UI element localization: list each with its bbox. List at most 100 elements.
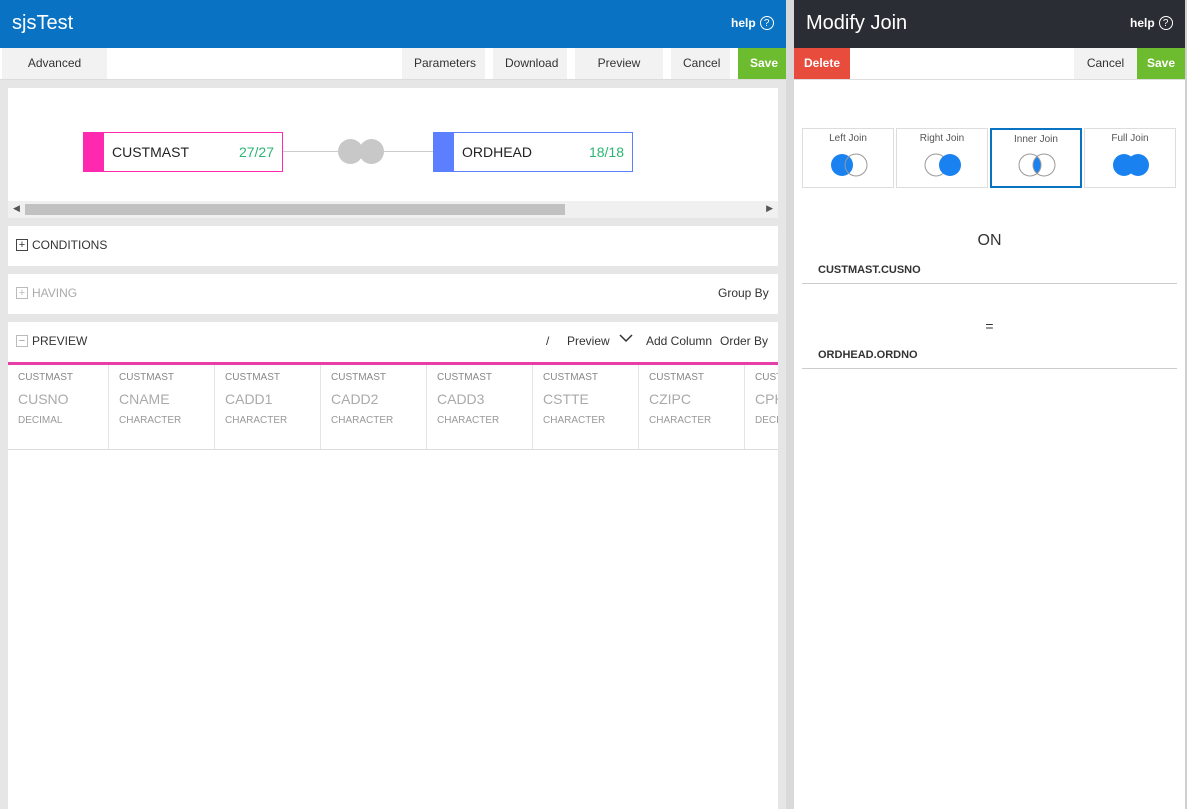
save-button[interactable]: Save: [738, 48, 786, 79]
inner-join-venn-icon: [1018, 153, 1056, 177]
preview-column-header[interactable]: CUSTMAST CADD1 CHARACTER: [215, 365, 321, 449]
right-join-venn-icon: [924, 153, 961, 177]
table-color-bar: [434, 133, 454, 171]
column-name: CADD3: [437, 391, 485, 407]
modify-join-toolbar: Delete Cancel Save: [794, 48, 1185, 80]
group-by-button[interactable]: Group By: [718, 286, 769, 300]
join-line-right: [384, 151, 433, 152]
inner-join-option[interactable]: Inner Join: [990, 128, 1082, 188]
right-join-option[interactable]: Right Join: [896, 128, 988, 188]
join-operator[interactable]: =: [794, 318, 1185, 334]
table-name: ORDHEAD: [462, 144, 533, 160]
join-type-label: Inner Join: [1014, 134, 1058, 145]
download-button[interactable]: Download: [493, 48, 567, 79]
column-name: CADD1: [225, 391, 273, 407]
left-join-field[interactable]: CUSTMAST.CUSNO: [802, 264, 1177, 284]
cancel-button[interactable]: Cancel: [671, 48, 730, 79]
help-label: help: [1130, 16, 1155, 30]
help-icon: ?: [759, 16, 774, 30]
column-table-name: CUSTMAST: [331, 372, 386, 383]
query-builder: sjsTest help ? Advanced Mode Parameters …: [0, 0, 786, 809]
column-name: CPH: [755, 391, 778, 407]
right-join-field[interactable]: ORDHEAD.ORDNO: [802, 349, 1177, 369]
panel-title: Modify Join: [806, 12, 908, 34]
column-table-name: CUSTMAST: [225, 372, 280, 383]
expand-plus-icon[interactable]: +: [16, 239, 28, 251]
conditions-label: CONDITIONS: [32, 238, 108, 252]
full-join-venn-icon: [1113, 154, 1149, 176]
main-toolbar: Advanced Mode Parameters Download Previe…: [0, 48, 786, 101]
preview-column-header[interactable]: CUSTMAST CADD2 CHARACTER: [321, 365, 427, 449]
order-by-button[interactable]: Order By: [720, 334, 768, 348]
preview-column-header[interactable]: CUSTMAST CZIPC CHARACTER: [639, 365, 745, 449]
column-table-name: CUSTMAST: [649, 372, 704, 383]
preview-section: − PREVIEW / Preview Add Column Order By …: [8, 322, 778, 809]
column-name: CADD2: [331, 391, 379, 407]
column-table-name: CUSTMAST: [18, 372, 73, 383]
chevron-down-icon[interactable]: [619, 332, 633, 346]
horizontal-scrollbar[interactable]: ◀ ▶: [8, 201, 778, 218]
full-join-option[interactable]: Full Join: [1084, 128, 1176, 188]
preview-column-header[interactable]: CUSTMAST CUSNO DECIMAL: [8, 365, 109, 449]
slash-separator: /: [546, 334, 550, 348]
column-type: DECIMAL: [18, 415, 63, 426]
scroll-left-icon[interactable]: ◀: [13, 203, 20, 214]
join-type-selector: Left Join Right Join Inner Join Full Joi…: [802, 128, 1176, 188]
preview-label: PREVIEW: [32, 334, 88, 348]
table-node-ordhead[interactable]: ORDHEAD 18/18: [433, 132, 633, 172]
column-type: CHARACTER: [331, 415, 394, 426]
column-name: CSTTE: [543, 391, 589, 407]
delete-button[interactable]: Delete: [794, 48, 850, 79]
advanced-mode-button[interactable]: Advanced Mode: [2, 48, 107, 101]
table-column-count: 18/18: [588, 144, 624, 160]
having-section[interactable]: + HAVING Group By: [8, 274, 778, 314]
add-column-button[interactable]: Add Column: [646, 334, 712, 348]
help-label: help: [731, 16, 756, 30]
preview-sql-button[interactable]: Preview SQL: [575, 48, 663, 101]
parameters-button[interactable]: Parameters: [402, 48, 485, 79]
preview-column-header[interactable]: CUSTMAST CNAME CHARACTER: [109, 365, 215, 449]
scroll-right-icon[interactable]: ▶: [766, 203, 773, 214]
column-type: CHARACTER: [225, 415, 288, 426]
preview-column-header[interactable]: CUST CPH DECI: [745, 365, 778, 449]
column-type: CHARACTER: [119, 415, 182, 426]
expand-plus-icon[interactable]: +: [16, 287, 28, 299]
help-link[interactable]: help ?: [1130, 16, 1173, 30]
app-title: sjsTest: [12, 12, 74, 34]
column-table-name: CUSTMAST: [543, 372, 598, 383]
preview-column-header[interactable]: CUSTMAST CADD3 CHARACTER: [427, 365, 533, 449]
cancel-button[interactable]: Cancel: [1074, 48, 1137, 79]
panel-divider[interactable]: [786, 0, 794, 809]
join-line-left: [283, 151, 343, 152]
column-table-name: CUST: [755, 372, 778, 383]
collapse-minus-icon[interactable]: −: [16, 335, 28, 347]
column-name: CZIPC: [649, 391, 691, 407]
left-join-venn-icon: [831, 153, 868, 177]
table-name: CUSTMAST: [112, 144, 189, 160]
table-node-custmast[interactable]: CUSTMAST 27/27: [83, 132, 283, 172]
column-type: CHARACTER: [543, 415, 606, 426]
join-type-label: Right Join: [919, 133, 965, 144]
table-color-bar: [84, 133, 104, 171]
column-name: CNAME: [119, 391, 170, 407]
column-type: CHARACTER: [649, 415, 712, 426]
conditions-section[interactable]: + CONDITIONS: [8, 226, 778, 266]
help-icon: ?: [1158, 16, 1173, 30]
modify-join-header: Modify Join help ?: [794, 0, 1185, 48]
column-table-name: CUSTMAST: [119, 372, 174, 383]
help-link[interactable]: help ?: [731, 16, 774, 30]
save-button[interactable]: Save: [1137, 48, 1185, 79]
app-header: sjsTest help ?: [0, 0, 786, 48]
modify-join-panel: Modify Join help ? Delete Cancel Save Le…: [794, 0, 1187, 809]
join-venn-icon-right[interactable]: [359, 139, 384, 164]
having-label: HAVING: [32, 286, 78, 300]
preview-dropdown[interactable]: Preview: [567, 334, 610, 348]
table-column-count: 27/27: [238, 144, 274, 160]
preview-columns-row: CUSTMAST CUSNO DECIMAL CUSTMAST CNAME CHARACT…: [8, 365, 778, 450]
column-name: CUSNO: [18, 391, 69, 407]
left-join-option[interactable]: Left Join: [802, 128, 894, 188]
join-canvas: CUSTMAST 27/27 ORDHEAD 18/18 ◀ ▶: [8, 88, 778, 218]
preview-column-header[interactable]: CUSTMAST CSTTE CHARACTER: [533, 365, 639, 449]
column-table-name: CUSTMAST: [437, 372, 492, 383]
scrollbar-thumb[interactable]: [25, 204, 565, 215]
